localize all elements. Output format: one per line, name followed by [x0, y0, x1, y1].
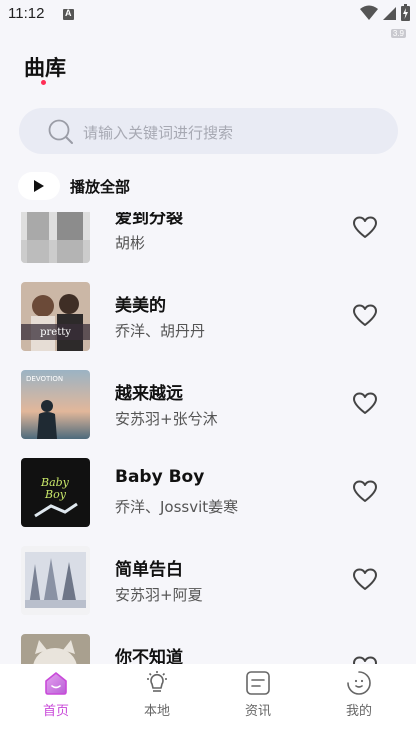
- play-all-button[interactable]: 播放全部: [18, 172, 130, 200]
- status-bar: 11:12 3.9: [0, 0, 416, 38]
- tab-local[interactable]: 本地: [117, 670, 197, 726]
- song-artist: 安苏羽+张兮沐: [115, 410, 218, 428]
- song-title: 越来越远: [115, 384, 183, 404]
- song-artist: 安苏羽+阿夏: [115, 586, 203, 604]
- tab-mine[interactable]: 我的: [319, 670, 399, 726]
- tab-home[interactable]: 首页: [16, 670, 96, 726]
- song-title: 爱到分裂: [115, 212, 183, 228]
- heart-icon[interactable]: [352, 480, 378, 504]
- tab-label: 首页: [42, 704, 69, 719]
- heart-icon[interactable]: [352, 568, 378, 592]
- album-cover: DEVOTION: [21, 370, 90, 439]
- list-item[interactable]: pretty 美美的 乔洋、胡丹丹: [0, 282, 416, 370]
- title-indicator-dot: [41, 80, 46, 85]
- song-artist: 乔洋、胡丹丹: [115, 322, 206, 340]
- bottom-tab-bar: 首页 本地 资讯 我的: [0, 664, 416, 739]
- song-title: Baby Boy: [115, 467, 205, 487]
- song-title: 简单告白: [115, 560, 183, 580]
- list-item[interactable]: 爱到分裂 胡彬: [0, 212, 416, 282]
- svg-text:Boy: Boy: [44, 488, 67, 501]
- wifi-icon: [360, 5, 378, 20]
- tab-label: 本地: [143, 704, 170, 719]
- heart-icon[interactable]: [352, 656, 378, 664]
- status-time: 11:12: [8, 5, 45, 22]
- list-item[interactable]: 简单告白 安苏羽+阿夏: [0, 546, 416, 634]
- song-list[interactable]: 爱到分裂 胡彬 pretty 美美的 乔洋、胡丹丹 DEVOTION 越来越远 …: [0, 212, 416, 664]
- play-icon: [34, 180, 44, 192]
- svg-text:DEVOTION: DEVOTION: [26, 375, 63, 383]
- heart-icon[interactable]: [352, 392, 378, 416]
- heart-icon[interactable]: [352, 304, 378, 328]
- song-artist: 胡彬: [115, 234, 146, 252]
- search-input[interactable]: 请输入关键词进行搜索: [83, 122, 233, 143]
- play-button[interactable]: [18, 172, 60, 200]
- album-cover: Baby Boy: [21, 458, 90, 527]
- album-cover: [21, 546, 90, 615]
- page-title: 曲库: [24, 56, 66, 80]
- song-artist: 乔洋、Jossvit姜寒: [115, 498, 239, 516]
- signal-icon: [383, 6, 396, 20]
- face-icon: [347, 671, 371, 695]
- album-cover: pretty: [21, 282, 90, 351]
- home-icon: [45, 672, 67, 695]
- search-icon: [48, 119, 73, 144]
- lightbulb-icon: [147, 671, 167, 692]
- news-icon: [246, 671, 270, 695]
- list-item[interactable]: DEVOTION 越来越远 安苏羽+张兮沐: [0, 370, 416, 458]
- album-cover: [21, 634, 90, 664]
- list-item[interactable]: Baby Boy Baby Boy 乔洋、Jossvit姜寒: [0, 458, 416, 546]
- tab-label: 我的: [345, 704, 372, 719]
- tab-news[interactable]: 资讯: [218, 670, 298, 726]
- status-icons: [360, 4, 410, 21]
- battery-icon: [401, 4, 410, 21]
- tab-label: 资讯: [244, 704, 271, 719]
- list-item[interactable]: 你不知道: [0, 634, 416, 664]
- notification-icon: [63, 8, 74, 20]
- song-title: 美美的: [115, 296, 166, 316]
- song-title: 你不知道: [115, 648, 183, 664]
- network-speed-badge: 3.9: [390, 29, 406, 38]
- album-cover: [21, 212, 90, 263]
- heart-icon[interactable]: [352, 216, 378, 240]
- play-all-label: 播放全部: [70, 177, 131, 196]
- svg-text:pretty: pretty: [40, 327, 71, 338]
- search-bar[interactable]: 请输入关键词进行搜索: [19, 108, 398, 154]
